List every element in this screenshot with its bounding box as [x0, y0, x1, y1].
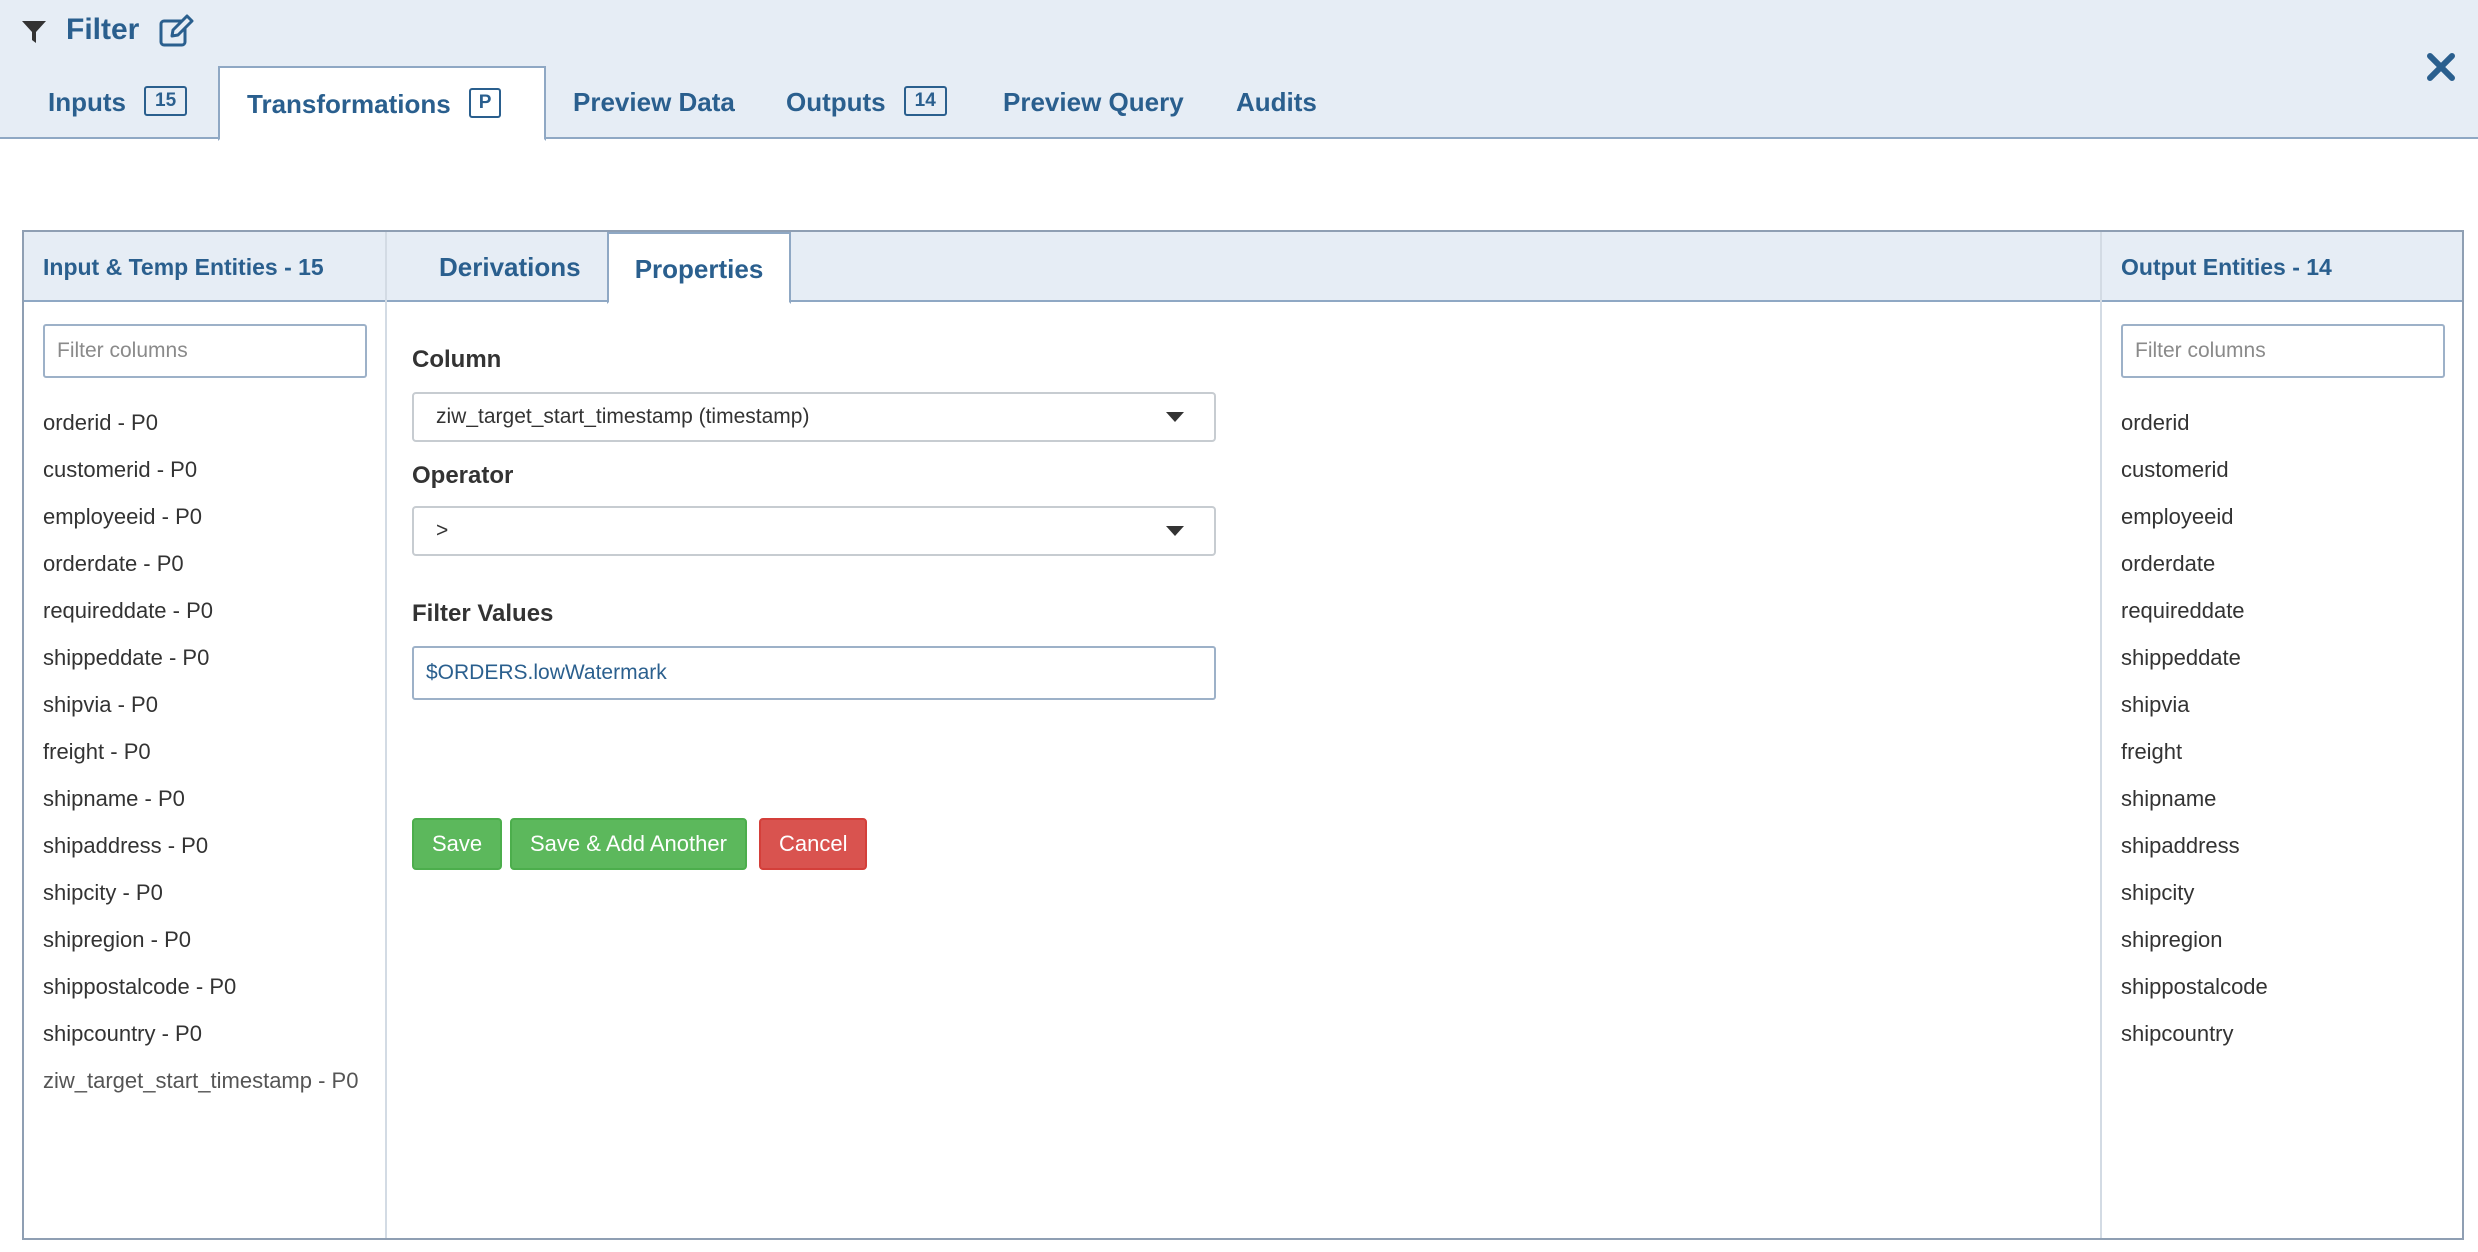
right-divider: [2100, 232, 2102, 1238]
tab-preview-data[interactable]: Preview Data: [573, 66, 735, 139]
save-button[interactable]: Save: [412, 818, 503, 870]
list-item[interactable]: shipregion - P0: [43, 925, 358, 972]
tab-outputs[interactable]: Outputs 14: [786, 66, 947, 139]
list-item[interactable]: orderdate - P0: [43, 549, 358, 596]
input-entity-list: orderid - P0 customerid - P0 employeeid …: [43, 408, 358, 1113]
list-item[interactable]: shippeddate - P0: [43, 643, 358, 690]
list-item[interactable]: shipcountry - P0: [43, 1019, 358, 1066]
save-add-another-button[interactable]: Save & Add Another: [510, 818, 747, 870]
list-item[interactable]: shipaddress: [2121, 831, 2268, 878]
dialog-header: Filter Inputs 15 Transformations P Preview…: [0, 0, 2478, 141]
column-select-value: ziw_target_start_timestamp (timestamp): [436, 405, 810, 428]
input-entities-title: Input & Temp Entities - 15: [43, 254, 324, 280]
list-item[interactable]: requireddate: [2121, 596, 2268, 643]
list-item[interactable]: shipcity: [2121, 878, 2268, 925]
tab-label: Audits: [1236, 87, 1317, 117]
tab-count-badge: 15: [144, 86, 188, 117]
operator-select-value: >: [436, 519, 449, 542]
list-item[interactable]: freight - P0: [43, 737, 358, 784]
transformation-panel: Input & Temp Entities - 15 orderid - P0 …: [22, 230, 2464, 1240]
output-filter-columns[interactable]: [2121, 324, 2445, 378]
tab-derivations[interactable]: Derivations: [439, 232, 581, 302]
close-icon[interactable]: [2424, 50, 2458, 84]
list-item[interactable]: shipcity - P0: [43, 878, 358, 925]
filter-values-input[interactable]: [412, 646, 1216, 700]
edit-icon[interactable]: [158, 14, 194, 48]
tab-label: Transformations: [247, 89, 451, 119]
list-item[interactable]: shippostalcode - P0: [43, 972, 358, 1019]
tab-properties[interactable]: Properties: [607, 232, 791, 304]
column-select[interactable]: ziw_target_start_timestamp (timestamp): [412, 392, 1216, 442]
filter-values-label: Filter Values: [412, 600, 554, 627]
tab-status-badge: P: [468, 88, 502, 119]
list-item[interactable]: orderid - P0: [43, 408, 358, 455]
list-item[interactable]: customerid: [2121, 455, 2268, 502]
list-item[interactable]: shipvia - P0: [43, 690, 358, 737]
tab-label: Preview Data: [573, 87, 735, 117]
list-item[interactable]: shipname: [2121, 784, 2268, 831]
output-entities-title: Output Entities - 14: [2121, 254, 2332, 280]
tab-audits[interactable]: Audits: [1236, 66, 1317, 139]
list-item[interactable]: employeeid - P0: [43, 502, 358, 549]
tab-label: Preview Query: [1003, 87, 1184, 117]
list-item[interactable]: orderdate: [2121, 549, 2268, 596]
chevron-down-icon: [1166, 526, 1184, 536]
list-item[interactable]: shipregion: [2121, 925, 2268, 972]
list-item[interactable]: freight: [2121, 737, 2268, 784]
tab-transformations[interactable]: Transformations P: [218, 66, 546, 141]
panel-header-bar: [24, 232, 2462, 302]
list-item[interactable]: shipcountry: [2121, 1019, 2268, 1066]
tab-inputs[interactable]: Inputs 15: [48, 66, 188, 139]
tab-label: Inputs: [48, 87, 126, 117]
column-label: Column: [412, 346, 502, 373]
list-item[interactable]: ziw_target_start_timestamp - P0: [43, 1066, 358, 1113]
list-item[interactable]: orderid: [2121, 408, 2268, 455]
output-entity-list: orderid customerid employeeid orderdate …: [2121, 408, 2268, 1066]
tab-label: Derivations: [439, 252, 581, 282]
list-item[interactable]: employeeid: [2121, 502, 2268, 549]
tab-preview-query[interactable]: Preview Query: [1003, 66, 1184, 139]
list-item[interactable]: shipaddress - P0: [43, 831, 358, 878]
chevron-down-icon: [1166, 412, 1184, 422]
tab-count-badge: 14: [903, 86, 947, 117]
list-item[interactable]: customerid - P0: [43, 455, 358, 502]
tab-label: Outputs: [786, 87, 886, 117]
list-item[interactable]: shippostalcode: [2121, 972, 2268, 1019]
tab-label: Properties: [634, 254, 764, 284]
operator-select[interactable]: >: [412, 506, 1216, 556]
input-filter-columns[interactable]: [43, 324, 367, 378]
list-item[interactable]: requireddate - P0: [43, 596, 358, 643]
filter-icon: [22, 21, 46, 43]
list-item[interactable]: shipname - P0: [43, 784, 358, 831]
list-item[interactable]: shipvia: [2121, 690, 2268, 737]
cancel-button[interactable]: Cancel: [759, 818, 868, 870]
dialog-title: Filter: [66, 13, 140, 46]
list-item[interactable]: shippeddate: [2121, 643, 2268, 690]
operator-label: Operator: [412, 462, 514, 489]
left-divider: [385, 232, 387, 1238]
